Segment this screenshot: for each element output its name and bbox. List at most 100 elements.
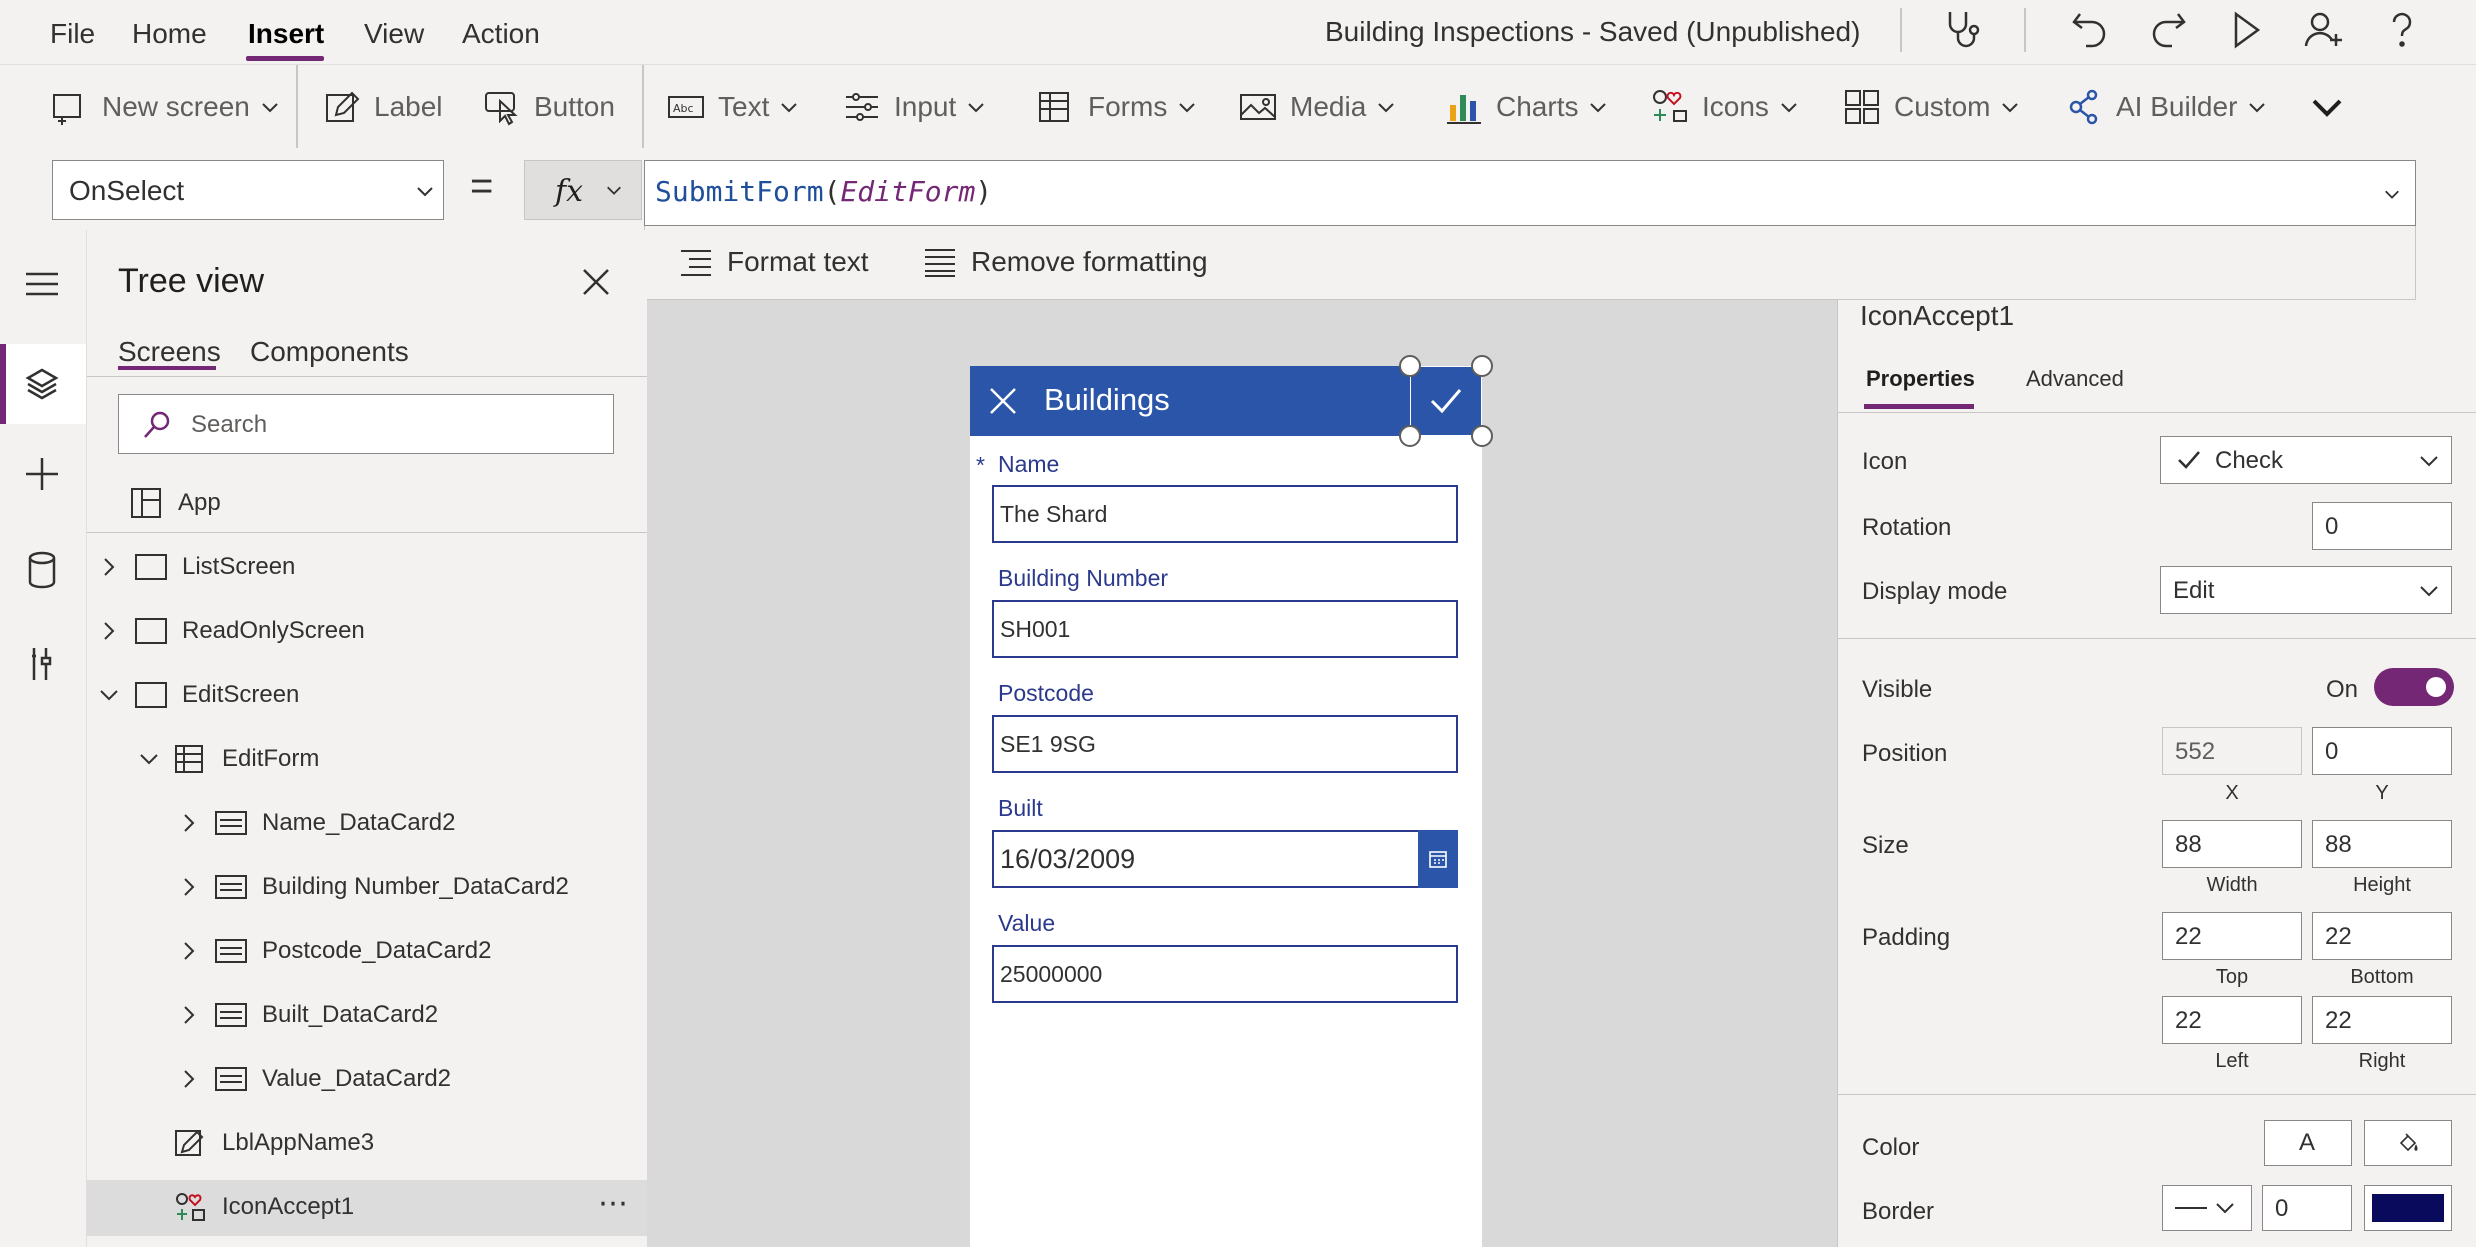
- expand-formula-icon[interactable]: [2383, 185, 2401, 203]
- menu-file[interactable]: File: [50, 18, 95, 50]
- insert-ribbon: New screen Label Button Abc Text Input F…: [0, 64, 2476, 150]
- data-card-icon: [215, 939, 247, 963]
- tree-node-name-datacard2[interactable]: Name_DataCard2: [178, 795, 455, 851]
- icon-accept-control[interactable]: [1410, 366, 1482, 436]
- tree-node-postcode-datacard2[interactable]: Postcode_DataCard2: [178, 923, 491, 979]
- hamburger-menu-icon[interactable]: [20, 262, 64, 306]
- position-x-input[interactable]: 552: [2162, 727, 2302, 775]
- redo-icon[interactable]: [2144, 6, 2192, 54]
- custom-menu[interactable]: Custom: [1842, 85, 2020, 129]
- padding-right-input[interactable]: 22: [2312, 996, 2452, 1044]
- position-y-value: 0: [2325, 738, 2339, 765]
- divider: [87, 532, 647, 533]
- display-mode-dropdown[interactable]: Edit: [2160, 566, 2452, 614]
- charts-menu[interactable]: Charts: [1444, 85, 1608, 129]
- forms-menu[interactable]: Forms: [1036, 85, 1197, 129]
- tab-components[interactable]: Components: [250, 336, 409, 368]
- border-style-dropdown[interactable]: [2162, 1185, 2252, 1231]
- input-menu[interactable]: Input: [842, 85, 986, 129]
- tree-node-editform[interactable]: EditForm: [138, 731, 319, 787]
- app-checker-icon[interactable]: [1938, 6, 1986, 54]
- tree-node-value-datacard2[interactable]: Value_DataCard2: [178, 1051, 451, 1107]
- search-placeholder: Search: [191, 411, 268, 438]
- tree-node-app[interactable]: App: [130, 475, 221, 531]
- add-plus-icon[interactable]: [20, 452, 64, 496]
- padding-bottom-value: 22: [2325, 923, 2352, 950]
- resize-handle[interactable]: [1399, 355, 1421, 377]
- chevron-down-icon: [2249, 103, 2266, 113]
- tree-node-label: App: [178, 489, 221, 516]
- tree-node-lblappname3[interactable]: LblAppName3: [174, 1115, 374, 1171]
- layers-tree-view-icon[interactable]: [20, 362, 64, 406]
- text-menu[interactable]: Abc Text: [666, 85, 799, 129]
- height-input[interactable]: 88: [2312, 820, 2452, 868]
- tab-advanced[interactable]: Advanced: [2026, 366, 2124, 392]
- advanced-tools-icon[interactable]: [20, 642, 64, 686]
- more-options-button[interactable]: ⋯: [598, 1186, 628, 1221]
- text-color-button[interactable]: A: [2264, 1120, 2352, 1166]
- menu-insert[interactable]: Insert: [248, 18, 324, 50]
- menu-view[interactable]: View: [364, 18, 424, 50]
- padding-left-input[interactable]: 22: [2162, 996, 2302, 1044]
- value-field[interactable]: 25000000: [992, 945, 1458, 1003]
- icons-gallery-icon: [176, 1193, 205, 1221]
- cancel-icon[interactable]: [988, 386, 1018, 416]
- custom-menu-label: Custom: [1894, 91, 1991, 122]
- tab-screens[interactable]: Screens: [118, 336, 221, 368]
- close-icon: [583, 269, 609, 295]
- tree-node-editscreen[interactable]: EditScreen: [98, 667, 299, 723]
- formula-input[interactable]: SubmitForm(EditForm): [644, 160, 2416, 226]
- menu-action[interactable]: Action: [462, 18, 540, 50]
- button-button[interactable]: Button: [482, 85, 615, 129]
- tree-node-readonlyscreen[interactable]: ReadOnlyScreen: [98, 603, 365, 659]
- button-button-label: Button: [534, 91, 615, 122]
- tab-properties[interactable]: Properties: [1866, 366, 1975, 392]
- format-text-button[interactable]: Format text: [679, 246, 869, 278]
- postcode-field[interactable]: SE1 9SG: [992, 715, 1458, 773]
- ribbon-expand-button[interactable]: [2310, 85, 2344, 129]
- ai-builder-menu[interactable]: AI Builder: [2064, 85, 2267, 129]
- tree-node-label: Building Number_DataCard2: [262, 873, 569, 900]
- tree-node-listscreen[interactable]: ListScreen: [98, 539, 295, 595]
- media-menu[interactable]: Media: [1238, 85, 1396, 129]
- help-icon[interactable]: [2378, 6, 2426, 54]
- building-number-field[interactable]: SH001: [992, 600, 1458, 658]
- function-button[interactable]: fx: [524, 160, 642, 220]
- tree-search-input[interactable]: Search: [118, 394, 614, 454]
- menu-home[interactable]: Home: [132, 18, 207, 50]
- height-sublabel: Height: [2353, 874, 2411, 896]
- undo-icon[interactable]: [2066, 6, 2114, 54]
- property-dropdown[interactable]: OnSelect: [52, 160, 444, 220]
- padding-bottom-input[interactable]: 22: [2312, 912, 2452, 960]
- border-color-button[interactable]: [2364, 1185, 2452, 1231]
- padding-top-input[interactable]: 22: [2162, 912, 2302, 960]
- remove-formatting-button[interactable]: Remove formatting: [923, 246, 1208, 278]
- close-tree-view-button[interactable]: [580, 266, 612, 298]
- rotation-input[interactable]: 0: [2312, 502, 2452, 550]
- divider: [1837, 638, 2476, 639]
- label-button[interactable]: Label: [322, 85, 443, 129]
- position-y-input[interactable]: 0: [2312, 727, 2452, 775]
- right-sublabel: Right: [2358, 1050, 2406, 1072]
- icons-menu[interactable]: Icons: [1650, 85, 1799, 129]
- name-field[interactable]: The Shard: [992, 485, 1458, 543]
- tree-node-built-datacard2[interactable]: Built_DataCard2: [178, 987, 438, 1043]
- data-database-icon[interactable]: [20, 548, 64, 592]
- divider: [642, 65, 644, 149]
- new-screen-button[interactable]: New screen: [50, 85, 280, 129]
- resize-handle[interactable]: [1399, 425, 1421, 447]
- tree-node-iconaccept1[interactable]: IconAccept1: [174, 1179, 354, 1235]
- resize-handle[interactable]: [1471, 355, 1493, 377]
- forms-menu-label: Forms: [1088, 91, 1168, 122]
- icon-dropdown[interactable]: Check: [2160, 436, 2452, 484]
- built-date-field[interactable]: 16/03/2009: [992, 830, 1420, 888]
- resize-handle[interactable]: [1471, 425, 1493, 447]
- width-input[interactable]: 88: [2162, 820, 2302, 868]
- fill-color-button[interactable]: [2364, 1120, 2452, 1166]
- date-picker-button[interactable]: [1418, 830, 1458, 888]
- share-user-icon[interactable]: [2300, 6, 2348, 54]
- preview-play-icon[interactable]: [2222, 6, 2270, 54]
- chevron-down-icon: [100, 690, 118, 701]
- tree-node-building-number-datacard2[interactable]: Building Number_DataCard2: [178, 859, 569, 915]
- border-thickness-input[interactable]: 0: [2262, 1185, 2352, 1231]
